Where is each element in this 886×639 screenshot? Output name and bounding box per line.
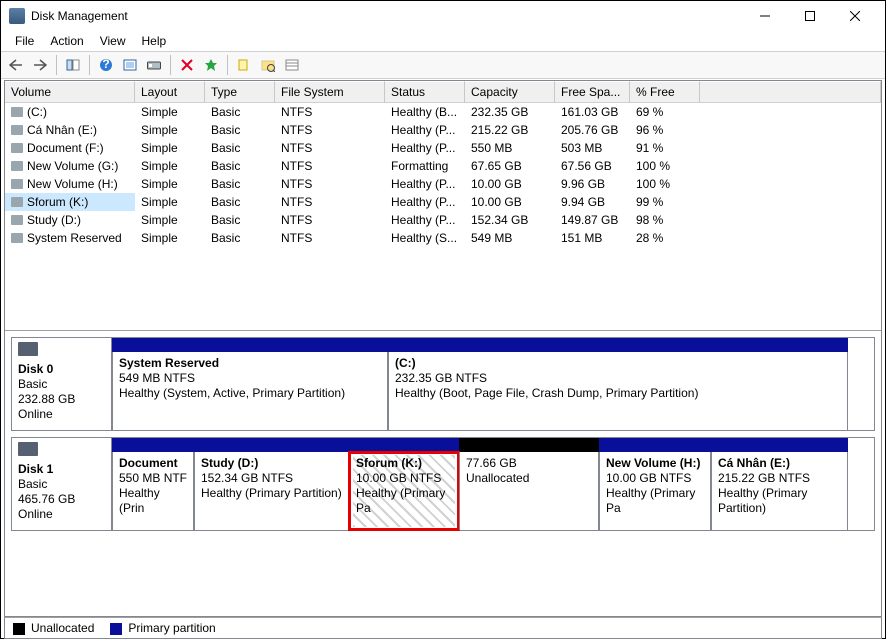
menu-action[interactable]: Action bbox=[42, 32, 91, 50]
disk-graphical-view[interactable]: Disk 0Basic232.88 GBOnlineSystem Reserve… bbox=[5, 331, 881, 616]
volume-row[interactable]: Sforum (K:)SimpleBasicNTFSHealthy (P...1… bbox=[5, 193, 881, 211]
volume-row[interactable]: Study (D:)SimpleBasicNTFSHealthy (P...15… bbox=[5, 211, 881, 229]
column-header[interactable]: Status bbox=[385, 81, 465, 103]
disk-row[interactable]: Disk 1Basic465.76 GBOnlineDocument550 MB… bbox=[11, 437, 875, 531]
drive-icon bbox=[11, 161, 23, 171]
partition[interactable]: (C:)232.35 GB NTFSHealthy (Boot, Page Fi… bbox=[388, 352, 848, 430]
showhide-button[interactable] bbox=[62, 54, 84, 76]
partition[interactable]: Document550 MB NTFHealthy (Prin bbox=[112, 452, 194, 530]
disk-info[interactable]: Disk 0Basic232.88 GBOnline bbox=[12, 338, 112, 430]
refresh-button[interactable] bbox=[119, 54, 141, 76]
volume-row[interactable]: Cá Nhân (E:)SimpleBasicNTFSHealthy (P...… bbox=[5, 121, 881, 139]
partition[interactable]: System Reserved549 MB NTFSHealthy (Syste… bbox=[112, 352, 388, 430]
app-icon bbox=[9, 8, 25, 24]
content-area: VolumeLayoutTypeFile SystemStatusCapacit… bbox=[4, 80, 882, 617]
explore-button[interactable] bbox=[257, 54, 279, 76]
column-header[interactable]: Type bbox=[205, 81, 275, 103]
partition[interactable]: New Volume (H:)10.00 GB NTFSHealthy (Pri… bbox=[599, 452, 711, 530]
drive-icon bbox=[11, 107, 23, 117]
menu-file[interactable]: File bbox=[7, 32, 42, 50]
legend: Unallocated Primary partition bbox=[4, 617, 882, 639]
disk-icon bbox=[18, 342, 38, 356]
disk-row[interactable]: Disk 0Basic232.88 GBOnlineSystem Reserve… bbox=[11, 337, 875, 431]
svg-text:?: ? bbox=[102, 58, 109, 71]
titlebar[interactable]: Disk Management bbox=[1, 1, 885, 31]
volume-row[interactable]: New Volume (G:)SimpleBasicNTFSFormatting… bbox=[5, 157, 881, 175]
delete-button[interactable] bbox=[176, 54, 198, 76]
partition[interactable]: 77.66 GBUnallocated bbox=[459, 452, 599, 530]
window-title: Disk Management bbox=[31, 9, 742, 23]
column-header[interactable]: Capacity bbox=[465, 81, 555, 103]
menu-help[interactable]: Help bbox=[134, 32, 175, 50]
legend-primary-label: Primary partition bbox=[128, 621, 215, 635]
column-header[interactable]: Layout bbox=[135, 81, 205, 103]
drive-icon bbox=[11, 233, 23, 243]
partition[interactable]: Study (D:)152.34 GB NTFSHealthy (Primary… bbox=[194, 452, 349, 530]
menubar: File Action View Help bbox=[1, 31, 885, 51]
partition[interactable]: Cá Nhân (E:)215.22 GB NTFSHealthy (Prima… bbox=[711, 452, 848, 530]
close-button[interactable] bbox=[832, 1, 877, 31]
volume-row[interactable]: Document (F:)SimpleBasicNTFSHealthy (P..… bbox=[5, 139, 881, 157]
partition[interactable]: Sforum (K:)10.00 GB NTFSHealthy (Primary… bbox=[349, 452, 459, 530]
minimize-button[interactable] bbox=[742, 1, 787, 31]
properties-button[interactable] bbox=[200, 54, 222, 76]
help-button[interactable]: ? bbox=[95, 54, 117, 76]
drive-icon bbox=[11, 179, 23, 189]
forward-button[interactable] bbox=[29, 54, 51, 76]
disk-icon bbox=[18, 442, 38, 456]
volume-list[interactable]: VolumeLayoutTypeFile SystemStatusCapacit… bbox=[5, 81, 881, 331]
column-header[interactable]: Free Spa... bbox=[555, 81, 630, 103]
maximize-button[interactable] bbox=[787, 1, 832, 31]
menu-view[interactable]: View bbox=[92, 32, 134, 50]
column-header[interactable]: % Free bbox=[630, 81, 700, 103]
volume-row[interactable]: System ReservedSimpleBasicNTFSHealthy (S… bbox=[5, 229, 881, 247]
column-header[interactable]: Volume bbox=[5, 81, 135, 103]
drive-icon bbox=[11, 143, 23, 153]
volume-row[interactable]: (C:)SimpleBasicNTFSHealthy (B...232.35 G… bbox=[5, 103, 881, 121]
drive-icon bbox=[11, 215, 23, 225]
legend-unalloc-label: Unallocated bbox=[31, 621, 94, 635]
new-volume-button[interactable] bbox=[233, 54, 255, 76]
drive-icon bbox=[11, 125, 23, 135]
list-button[interactable] bbox=[281, 54, 303, 76]
rescan-button[interactable] bbox=[143, 54, 165, 76]
disk-info[interactable]: Disk 1Basic465.76 GBOnline bbox=[12, 438, 112, 530]
back-button[interactable] bbox=[5, 54, 27, 76]
volume-row[interactable]: New Volume (H:)SimpleBasicNTFSHealthy (P… bbox=[5, 175, 881, 193]
legend-unalloc-swatch bbox=[13, 623, 25, 635]
volume-header[interactable]: VolumeLayoutTypeFile SystemStatusCapacit… bbox=[5, 81, 881, 103]
legend-primary-swatch bbox=[110, 623, 122, 635]
toolbar: ? bbox=[1, 51, 885, 79]
column-header[interactable]: File System bbox=[275, 81, 385, 103]
drive-icon bbox=[11, 197, 23, 207]
